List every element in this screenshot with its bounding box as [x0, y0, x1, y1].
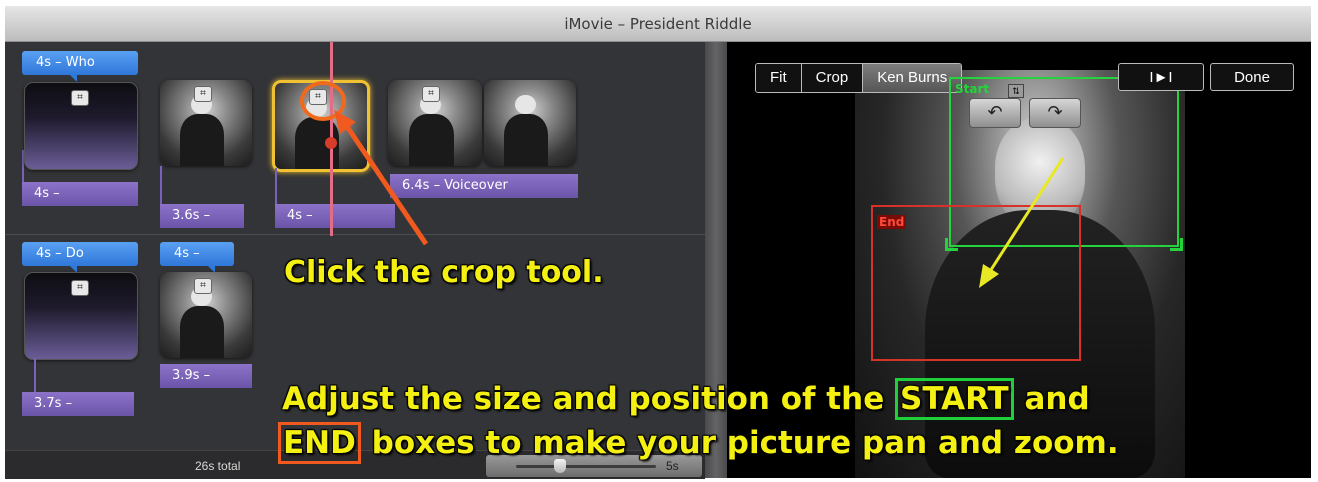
- fit-button[interactable]: Fit: [756, 64, 802, 92]
- crop-icon[interactable]: ⌗: [309, 89, 327, 105]
- crop-icon[interactable]: ⌗: [194, 86, 212, 102]
- clip-label: 3.7s –: [22, 392, 134, 416]
- end-highlight: END: [278, 422, 361, 464]
- crop-icon[interactable]: ⌗: [422, 86, 440, 102]
- resize-handle-br[interactable]: [1170, 238, 1183, 251]
- photo-clip-4b[interactable]: [484, 80, 576, 166]
- pan-arrow-head: [979, 264, 999, 288]
- annotation-text: and: [1013, 381, 1090, 417]
- arrow-shaft: [341, 120, 429, 246]
- window-edge: [1311, 42, 1318, 482]
- clip-bracket: [34, 358, 36, 392]
- title-tag-who[interactable]: 4s – Who: [22, 51, 138, 82]
- done-button[interactable]: Done: [1210, 63, 1294, 91]
- start-label: Start: [955, 82, 990, 96]
- start-to-end-arrow: [979, 157, 1065, 288]
- crop-icon[interactable]: ⌗: [71, 280, 89, 296]
- annotation-click-crop: Click the crop tool.: [284, 255, 604, 290]
- clip-label: 4s –: [22, 182, 138, 206]
- rotate-right-button[interactable]: ↷: [1029, 98, 1081, 128]
- title-tag-do[interactable]: 4s – Do: [22, 242, 138, 273]
- zoom-value: 5s: [666, 459, 679, 473]
- ken-burns-button[interactable]: Ken Burns: [863, 64, 962, 92]
- annotation-text: boxes to make your picture pan and zoom.: [360, 425, 1119, 461]
- slider-knob[interactable]: [554, 459, 566, 473]
- imovie-window: iMovie – President Riddle 4s – Who ⌗ 4s …: [0, 0, 1318, 482]
- pan-arrow-shaft: [985, 157, 1065, 277]
- annotation-line-2: Adjust the size and position of the STAR…: [282, 378, 1090, 420]
- title-tag-2[interactable]: 4s –: [160, 242, 234, 273]
- crop-button[interactable]: Crop: [801, 64, 864, 92]
- photo-clip-2[interactable]: ⌗: [160, 80, 252, 166]
- rotate-left-button[interactable]: ↶: [969, 98, 1021, 128]
- crop-icon[interactable]: ⌗: [71, 90, 89, 106]
- play-preview-button[interactable]: I►I: [1118, 63, 1204, 91]
- swap-icon[interactable]: ⇅: [1008, 84, 1024, 98]
- annotation-arrow: [334, 110, 429, 246]
- end-label: End: [877, 215, 907, 229]
- title-clip-2[interactable]: ⌗: [24, 272, 138, 360]
- title-bar: iMovie – President Riddle: [5, 6, 1311, 42]
- start-highlight: START: [895, 378, 1014, 420]
- slider-track: [516, 465, 656, 468]
- window-title: iMovie – President Riddle: [564, 15, 752, 33]
- annotation-text: Adjust the size and position of the: [282, 381, 896, 417]
- clip-label: 3.9s –: [160, 364, 252, 388]
- clip-bracket: [275, 168, 277, 204]
- clip-bracket: [160, 166, 162, 204]
- crop-mode-selector: Fit Crop Ken Burns: [755, 63, 963, 93]
- clip-label: 3.6s –: [160, 204, 244, 228]
- arrow-head: [334, 110, 356, 134]
- crop-icon[interactable]: ⌗: [194, 278, 212, 294]
- title-clip-1[interactable]: ⌗: [24, 82, 138, 170]
- project-total-duration: 26s total: [195, 459, 241, 473]
- photo-clip-6[interactable]: ⌗: [160, 272, 252, 358]
- annotation-line-3: END boxes to make your picture pan and z…: [278, 422, 1119, 464]
